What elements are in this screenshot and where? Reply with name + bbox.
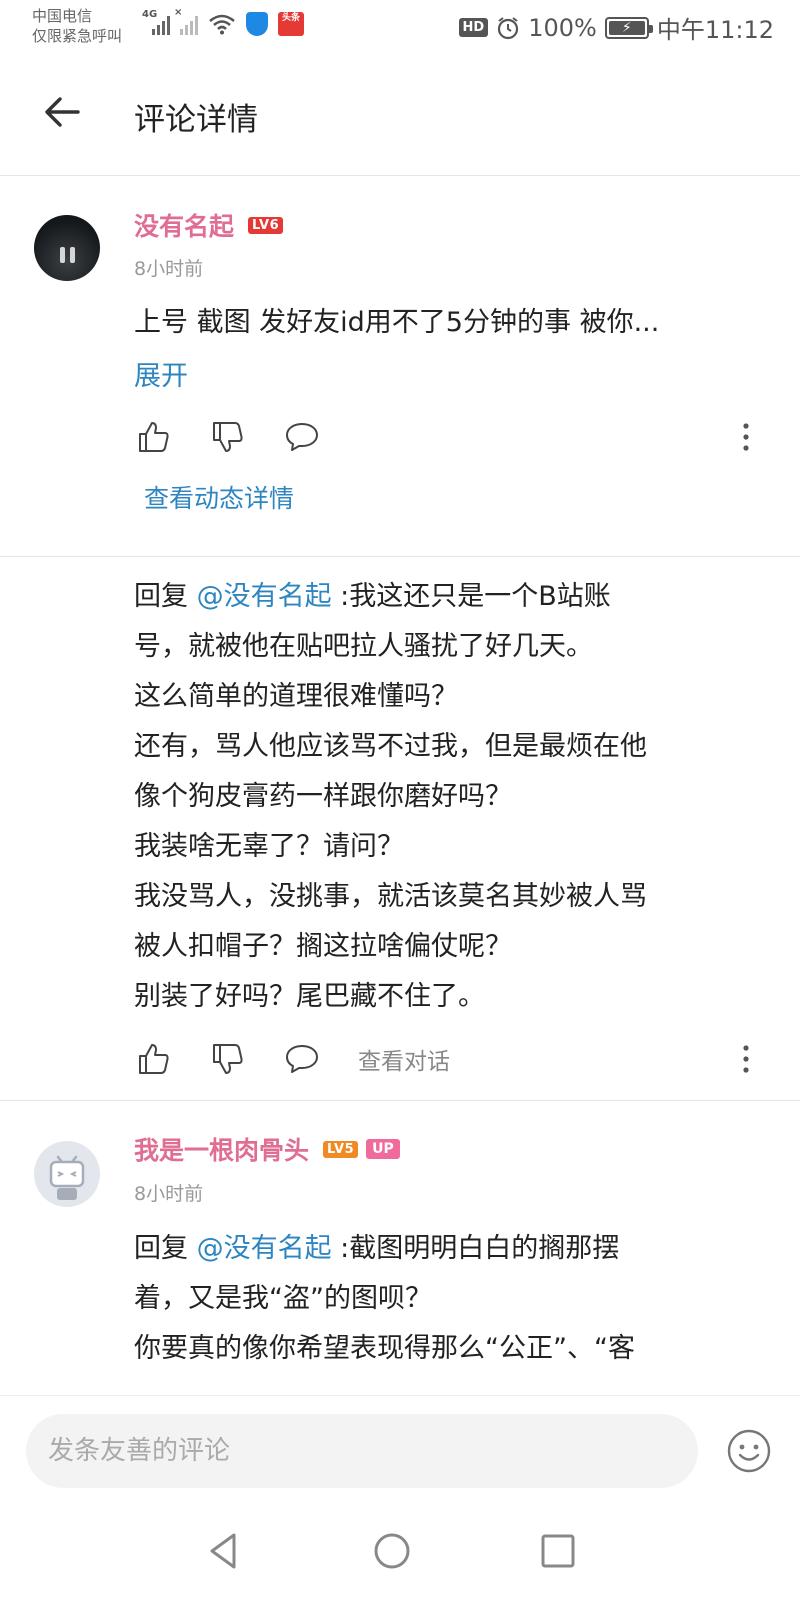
mention-link[interactable]: @没有名起 (197, 581, 332, 612)
comment-text: 回复 @没有名起 :我这还只是一个B站账 号，就被他在贴吧拉人骚扰了好几天。 这… (134, 572, 774, 1022)
view-conversation-link[interactable]: 查看对话 (358, 1042, 450, 1076)
clock-time: 中午11:12 (656, 16, 774, 44)
default-avatar-icon (49, 1155, 85, 1200)
comment-text: 上号 截图 发好友id用不了5分钟的事 被你... (134, 298, 774, 348)
reply-comment: 我是一根肉骨头 LV5 UP 8小时前 回复 @没有名起 :截图明明白白的搁那摆… (0, 1101, 800, 1394)
comment-input-bar (0, 1395, 800, 1505)
comment-thread: 没有名起 LV6 8小时前 上号 截图 发好友id用不了5分钟的事 被你... … (0, 177, 800, 1394)
comment-text-line: 我装啥无辜了？请问？ (134, 831, 404, 862)
comment-bubble-icon (286, 1045, 318, 1073)
thumbs-up-icon (139, 422, 169, 452)
comment-text-line: 我没骂人，没挑事，就活该莫名其妙被人骂 (134, 881, 647, 912)
thumbs-up-icon (139, 1044, 169, 1074)
comment-text-line: 你要真的像你希望表现得那么“公正”、“客 (134, 1333, 635, 1364)
reply-button[interactable] (282, 1039, 322, 1079)
comment-text-line: 被人扣帽子？搁这拉啥偏仗呢？ (134, 931, 512, 962)
battery-percent: 100% (528, 13, 597, 42)
comment-text-line: 回复 @没有名起 :我这还只是一个B站账 (134, 581, 611, 612)
security-shield-icon (246, 12, 268, 36)
comment-time: 8小时前 (134, 258, 204, 280)
alarm-clock-icon (498, 16, 519, 39)
comment-username[interactable]: 没有名起 LV6 (134, 207, 284, 243)
dislike-button[interactable] (208, 1039, 248, 1079)
level-badge: LV5 (323, 1140, 359, 1158)
comment-text: 回复 @没有名起 :截图明明白白的搁那摆 着，又是我“盗”的图呗？ 你要真的像你… (134, 1224, 774, 1374)
avatar[interactable] (34, 1141, 100, 1207)
signal-no-service-icon: × (174, 7, 198, 35)
view-post-detail-link[interactable]: 查看动态详情 (144, 479, 294, 515)
comment-text-line: 别装了好吗？尾巴藏不住了。 (134, 981, 485, 1012)
back-button[interactable] (36, 86, 88, 138)
more-options-button[interactable] (736, 1039, 756, 1079)
avatar[interactable] (34, 215, 100, 281)
comment-text-line: 上号 截图 发好友id用不了5分钟的事 被你... (134, 307, 660, 338)
triangle-back-icon (210, 1533, 236, 1569)
nav-recents-button[interactable] (534, 1527, 582, 1575)
nav-home-button[interactable] (368, 1527, 416, 1575)
mention-link[interactable]: @没有名起 (197, 1233, 332, 1264)
comment-text-line: 这么简单的道理很难懂吗？ (134, 681, 458, 712)
news-app-icon: 头条 (278, 12, 304, 36)
arrow-left-icon (45, 97, 80, 127)
like-button[interactable] (134, 417, 174, 457)
reply-button[interactable] (282, 417, 322, 457)
carrier-name: 中国电信 (32, 7, 93, 25)
comment-input[interactable] (26, 1414, 698, 1488)
signal-4g-icon: 4G (142, 9, 170, 35)
expand-link[interactable]: 展开 (134, 354, 188, 393)
smiley-face-icon (727, 1429, 771, 1473)
status-bar: 中国电信 仅限紧急呼叫 4G × 头条 HD 100% ⚡ 中午11:12 (0, 0, 800, 56)
more-options-button[interactable] (736, 417, 756, 457)
main-comment: 没有名起 LV6 8小时前 上号 截图 发好友id用不了5分钟的事 被你... … (0, 177, 800, 557)
reply-comment: 回复 @没有名起 :我这还只是一个B站账 号，就被他在贴吧拉人骚扰了好几天。 这… (0, 557, 800, 1101)
comment-text-line: 还有，骂人他应该骂不过我，但是最烦在他 (134, 731, 647, 762)
level-badge: LV6 (248, 216, 284, 234)
status-icons-left: 4G × 头条 (142, 7, 304, 36)
comment-text-line: 像个狗皮膏药一样跟你磨好吗？ (134, 781, 512, 812)
emergency-only-text: 仅限紧急呼叫 (32, 27, 123, 45)
comment-text-line: 号，就被他在贴吧拉人骚扰了好几天。 (134, 631, 593, 662)
comment-time: 8小时前 (134, 1183, 204, 1205)
comment-text-line: 回复 @没有名起 :截图明明白白的搁那摆 (134, 1233, 620, 1264)
dislike-button[interactable] (208, 417, 248, 457)
page-title: 评论详情 (134, 102, 258, 138)
comment-username[interactable]: 我是一根肉骨头 LV5 UP (134, 1131, 400, 1167)
page-header: 评论详情 (0, 56, 800, 176)
comment-bubble-icon (286, 423, 318, 451)
more-vertical-icon (743, 423, 749, 451)
more-vertical-icon (743, 1045, 749, 1073)
nav-back-button[interactable] (200, 1527, 248, 1575)
system-navigation-bar (0, 1505, 800, 1600)
status-icons-right: HD 100% ⚡ 中午11:12 (458, 10, 774, 45)
hd-voice-icon: HD (458, 18, 489, 37)
emoji-button[interactable] (726, 1428, 772, 1474)
wifi-icon (209, 14, 235, 35)
uploader-badge: UP (366, 1139, 400, 1159)
circle-home-icon (374, 1533, 410, 1569)
comment-actions (134, 417, 356, 457)
like-button[interactable] (134, 1039, 174, 1079)
comment-actions: 查看对话 (134, 1039, 450, 1079)
carrier-info: 中国电信 仅限紧急呼叫 (32, 6, 122, 46)
thumbs-down-icon (213, 422, 243, 452)
username-text: 我是一根肉骨头 (134, 1136, 310, 1165)
comment-text-line: 着，又是我“盗”的图呗？ (134, 1283, 432, 1314)
square-recents-icon (541, 1534, 575, 1568)
thumbs-down-icon (213, 1044, 243, 1074)
battery-icon: ⚡ (604, 16, 653, 39)
username-text: 没有名起 (134, 212, 235, 241)
